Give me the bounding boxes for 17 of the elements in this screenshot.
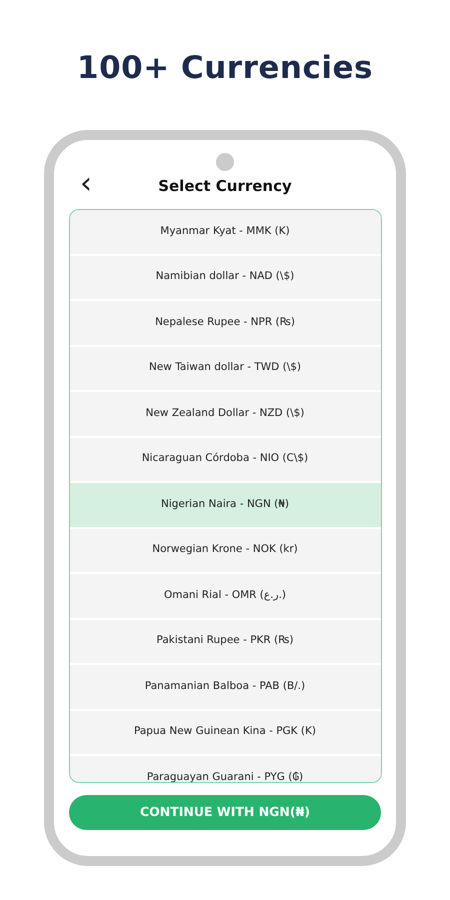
currency-item[interactable]: Myanmar Kyat - MMK (K) [70, 210, 380, 254]
currency-item[interactable]: Omani Rial - OMR (ر.ع.) [70, 574, 380, 618]
currency-item[interactable]: Nepalese Rupee - NPR (₨) [70, 301, 380, 344]
currency-item[interactable]: Namibian dollar - NAD (\$) [70, 256, 380, 299]
headline: 100+ Currencies [76, 49, 374, 88]
currency-item[interactable]: Nigerian Naira - NGN (₦) [70, 483, 380, 526]
currency-item[interactable]: New Taiwan dollar - TWD (\$) [70, 346, 380, 390]
back-button[interactable]: ‹ [80, 169, 92, 199]
currency-item[interactable]: Paraguayan Guarani - PYG (₲) [70, 756, 380, 782]
currency-item[interactable]: Papua New Guinean Kina - PGK (K) [70, 710, 380, 754]
currency-item[interactable]: Panamanian Balboa - PAB (B/.) [70, 665, 380, 708]
camera-dot [216, 153, 234, 171]
currency-item[interactable]: Nicaraguan Córdoba - NIO (C\$) [70, 438, 380, 481]
screen-title: Select Currency [158, 176, 292, 197]
currency-item[interactable]: Pakistani Rupee - PKR (₨) [70, 620, 380, 663]
currency-item[interactable]: New Zealand Dollar - NZD (\$) [70, 392, 380, 436]
currency-item[interactable]: Norwegian Krone - NOK (kr) [70, 528, 380, 572]
